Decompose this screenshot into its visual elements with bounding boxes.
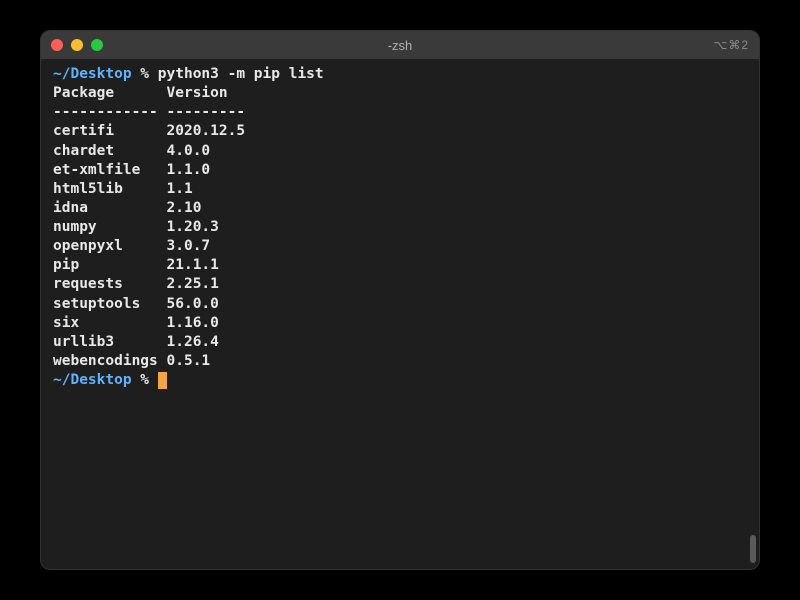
col-header-package: Package — [53, 85, 167, 101]
package-version: 2.10 — [167, 200, 202, 216]
table-row: chardet 4.0.0 — [53, 142, 747, 161]
table-row: pip 21.1.1 — [53, 256, 747, 275]
package-name: html5lib — [53, 181, 167, 197]
table-row: certifi 2020.12.5 — [53, 122, 747, 141]
table-row: idna 2.10 — [53, 199, 747, 218]
table-row: six 1.16.0 — [53, 314, 747, 333]
divider-version: --------- — [167, 104, 246, 120]
package-name: setuptools — [53, 296, 167, 312]
package-version: 56.0.0 — [167, 296, 219, 312]
package-version: 1.20.3 — [167, 219, 219, 235]
terminal-window: -zsh ⌥⌘2 ~/Desktop % python3 -m pip list… — [40, 30, 760, 570]
scrollbar[interactable] — [750, 535, 756, 563]
package-version: 4.0.0 — [167, 143, 211, 159]
table-row: openpyxl 3.0.7 — [53, 237, 747, 256]
cursor — [158, 372, 167, 389]
table-row: requests 2.25.1 — [53, 275, 747, 294]
table-row: urllib3 1.26.4 — [53, 333, 747, 352]
table-header: Package Version — [53, 84, 747, 103]
package-version: 1.26.4 — [167, 334, 219, 350]
package-version: 2.25.1 — [167, 276, 219, 292]
package-version: 0.5.1 — [167, 353, 211, 369]
package-name: requests — [53, 276, 167, 292]
package-version: 2020.12.5 — [167, 123, 246, 139]
maximize-icon[interactable] — [91, 39, 103, 51]
package-name: et-xmlfile — [53, 162, 167, 178]
prompt-path: ~/Desktop — [53, 372, 132, 388]
minimize-icon[interactable] — [71, 39, 83, 51]
package-name: pip — [53, 257, 167, 273]
col-header-version: Version — [167, 85, 228, 101]
table-rows: certifi 2020.12.5chardet 4.0.0et-xmlfile… — [53, 122, 747, 371]
table-row: et-xmlfile 1.1.0 — [53, 161, 747, 180]
command-line: ~/Desktop % python3 -m pip list — [53, 65, 747, 84]
package-name: certifi — [53, 123, 167, 139]
window-shortcut-indicator: ⌥⌘2 — [713, 38, 749, 52]
prompt-path: ~/Desktop — [53, 66, 132, 82]
package-name: six — [53, 315, 167, 331]
package-name: urllib3 — [53, 334, 167, 350]
table-row: setuptools 56.0.0 — [53, 295, 747, 314]
close-icon[interactable] — [51, 39, 63, 51]
package-name: openpyxl — [53, 238, 167, 254]
prompt-line: ~/Desktop % — [53, 371, 747, 390]
package-name: webencodings — [53, 353, 167, 369]
package-version: 1.1 — [167, 181, 193, 197]
terminal-body[interactable]: ~/Desktop % python3 -m pip list Package … — [41, 59, 759, 569]
prompt-separator: % — [132, 66, 158, 82]
table-row: numpy 1.20.3 — [53, 218, 747, 237]
package-version: 1.16.0 — [167, 315, 219, 331]
table-divider: ------------ --------- — [53, 103, 747, 122]
traffic-lights — [51, 39, 103, 51]
table-row: webencodings 0.5.1 — [53, 352, 747, 371]
package-name: chardet — [53, 143, 167, 159]
table-row: html5lib 1.1 — [53, 180, 747, 199]
divider-package: ------------ — [53, 104, 167, 120]
package-version: 21.1.1 — [167, 257, 219, 273]
window-title: -zsh — [388, 38, 413, 53]
titlebar: -zsh ⌥⌘2 — [41, 31, 759, 59]
package-version: 3.0.7 — [167, 238, 211, 254]
prompt-separator: % — [132, 372, 158, 388]
package-name: idna — [53, 200, 167, 216]
package-version: 1.1.0 — [167, 162, 211, 178]
package-name: numpy — [53, 219, 167, 235]
command-text: python3 -m pip list — [158, 66, 324, 82]
